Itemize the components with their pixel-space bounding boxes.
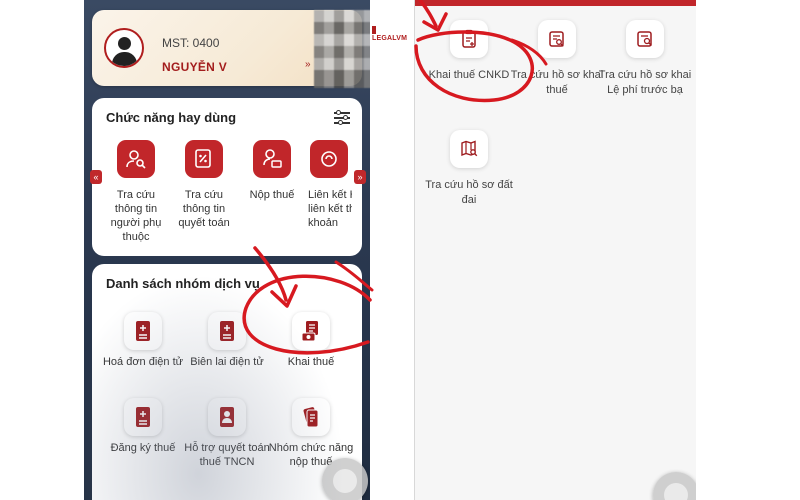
sliders-settings-icon[interactable] (334, 110, 350, 125)
profile-card[interactable]: MST: 0400 NGUYỄN V » (92, 10, 370, 88)
personal-tax-icon (208, 398, 246, 436)
service-item-tax-declaration[interactable]: Khai thuế (266, 312, 356, 369)
function-label: Tra cứu thông tin người phụ thuộc (110, 189, 162, 243)
service-item-pit-settlement[interactable]: Hỗ trợ quyết toán thuế TNCN (182, 398, 272, 469)
service-groups-card: Danh sách nhóm dịch vụ Hoá đơn điện tử B… (92, 264, 362, 500)
frequent-functions-title: Chức năng hay dùng (106, 110, 237, 125)
service-item-business-tax-declaration[interactable]: Khai thuế CNKD (421, 20, 517, 83)
service-item-tax-registration[interactable]: Đăng ký thuế (98, 398, 188, 455)
tax-register-icon (124, 398, 162, 436)
clipboard-plus-icon (450, 20, 488, 58)
person-money-icon (253, 140, 291, 178)
service-label: Hoá đơn điện tử (102, 356, 183, 368)
service-item-tax-filing-lookup[interactable]: Tra cứu hồ sơ khai thuế (509, 20, 605, 98)
link-icon (310, 140, 348, 178)
service-item-land-record-lookup[interactable]: Tra cứu hồ sơ đất đai (421, 130, 517, 208)
left-phone-screen: MST: 0400 NGUYỄN V » Chức năng hay dùng … (84, 0, 370, 500)
service-label: Biên lai điện tử (190, 356, 264, 368)
function-label: Nộp thuế (249, 189, 295, 201)
invoice-icon (124, 312, 162, 350)
header-strip (415, 0, 696, 6)
user-name: NGUYỄN V (162, 60, 228, 74)
service-label: Tra cứu hồ sơ khai Lệ phí trước bạ (598, 69, 692, 96)
person-search-icon (117, 140, 155, 178)
assistive-touch-button[interactable] (322, 458, 368, 500)
service-label: Hỗ trợ quyết toán thuế TNCN (184, 442, 270, 468)
car-search-icon (626, 20, 664, 58)
service-label: Khai thuế (287, 356, 335, 368)
function-item-account-link[interactable]: Liên kết Hủy liên kết thẻ khoản (306, 140, 352, 230)
service-label: Tra cứu hồ sơ đất đai (425, 179, 513, 206)
right-phone-screen: Khai thuế CNKD Tra cứu hồ sơ khai thuế T… (414, 0, 696, 500)
service-item-registration-fee-lookup[interactable]: Tra cứu hồ sơ khai Lệ phí trước bạ (597, 20, 693, 98)
document-search-icon (538, 20, 576, 58)
legalvm-logo: LEGALVM (372, 26, 410, 42)
function-label: Liên kết Hủy liên kết thẻ khoản (308, 189, 352, 229)
service-label: Khai thuế CNKD (428, 69, 510, 81)
percent-document-icon (185, 140, 223, 178)
tax-declaration-icon (292, 312, 330, 350)
service-label: Đăng ký thuế (110, 442, 176, 454)
function-label: Tra cứu thông tin quyết toán (178, 189, 230, 229)
service-item-e-invoice[interactable]: Hoá đơn điện tử (98, 312, 188, 369)
receipt-icon (208, 312, 246, 350)
scroll-right-arrow[interactable]: » (354, 170, 366, 184)
scroll-left-arrow[interactable]: « (90, 170, 102, 184)
redacted-pixelation (314, 10, 370, 88)
function-item-settlement-lookup[interactable]: Tra cứu thông tin quyết toán (172, 140, 236, 230)
chevron-down-icon[interactable]: » (305, 59, 311, 70)
avatar[interactable] (104, 28, 144, 68)
service-groups-title: Danh sách nhóm dịch vụ (106, 276, 260, 291)
function-item-dependent-lookup[interactable]: Tra cứu thông tin người phụ thuộc (104, 140, 168, 244)
service-label: Tra cứu hồ sơ khai thuế (510, 69, 604, 96)
land-map-search-icon (450, 130, 488, 168)
assistive-touch-button[interactable] (653, 472, 696, 500)
tax-code-label: MST: 0400 (162, 36, 220, 50)
service-item-e-receipt[interactable]: Biên lai điện tử (182, 312, 272, 369)
frequent-functions-card: Chức năng hay dùng « » Tra cứu thông tin… (90, 98, 366, 256)
function-item-pay-tax[interactable]: Nộp thuế (240, 140, 304, 202)
tax-payment-group-icon (292, 398, 330, 436)
